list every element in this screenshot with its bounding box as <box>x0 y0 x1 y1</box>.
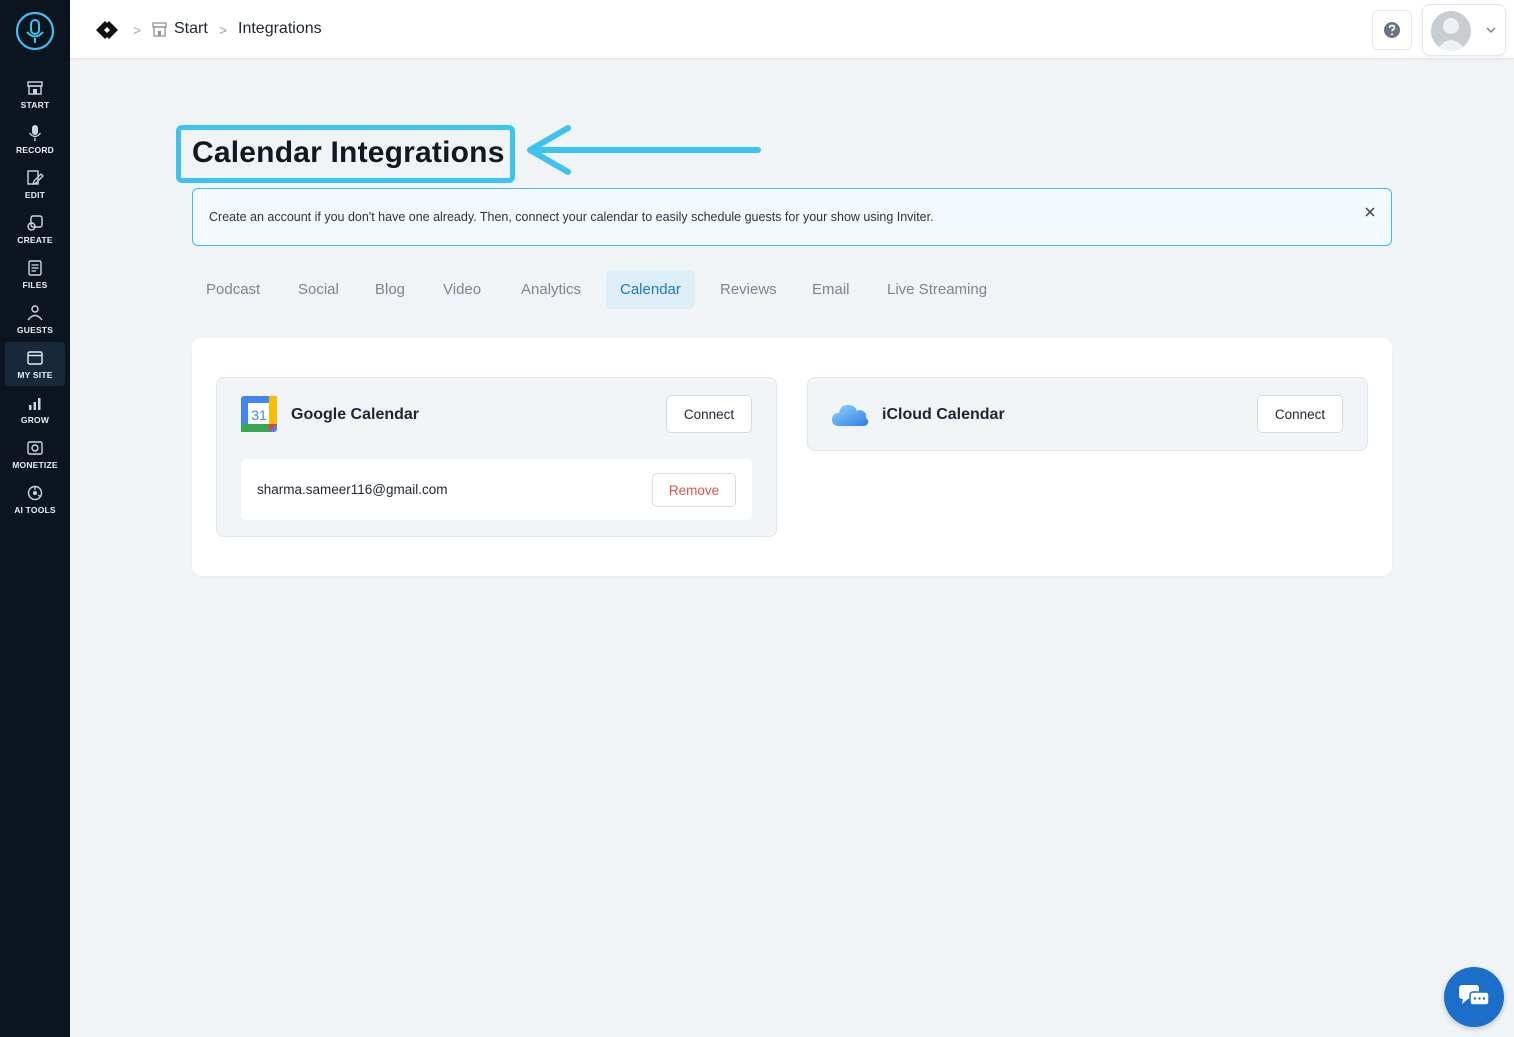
google-calendar-icon: 31 <box>241 396 277 432</box>
calendar-integrations-panel: 31 Google Calendar Connect sharma.sameer… <box>192 338 1392 576</box>
monetize-icon <box>27 440 43 455</box>
bar-chart-icon <box>29 397 41 410</box>
chevron-down-icon <box>1486 27 1496 34</box>
microphone-icon <box>28 124 42 141</box>
chat-button[interactable] <box>1444 967 1504 1027</box>
sidebar-item-grow[interactable]: GROW <box>5 387 65 431</box>
tab-social[interactable]: Social <box>284 270 353 309</box>
help-icon <box>1384 22 1400 38</box>
sidebar-item-label: RECORD <box>15 144 55 155</box>
tab-reviews[interactable]: Reviews <box>706 270 791 309</box>
google-calendar-name: Google Calendar <box>291 406 420 423</box>
tab-blog[interactable]: Blog <box>361 270 419 309</box>
breadcrumb-separator: > <box>219 22 228 38</box>
tab-video[interactable]: Video <box>429 270 495 309</box>
sidebar-item-label: EDIT <box>24 189 46 200</box>
sidebar-item-label: MY SITE <box>17 369 53 380</box>
google-calendar-icon-date: 31 <box>251 407 267 423</box>
brand-mark-icon[interactable] <box>94 17 120 43</box>
sidebar-item-edit[interactable]: EDIT <box>5 162 65 206</box>
tab-analytics[interactable]: Analytics <box>507 270 595 309</box>
tab-calendar[interactable]: Calendar <box>606 270 695 309</box>
tab-email[interactable]: Email <box>798 270 864 309</box>
breadcrumb-separator: > <box>133 22 142 38</box>
sidebar-item-my-site[interactable]: MY SITE <box>5 342 65 386</box>
remove-account-button[interactable]: Remove <box>652 473 736 507</box>
sidebar-item-create[interactable]: CREATE <box>5 207 65 251</box>
annotation-arrow-icon <box>527 125 761 175</box>
sidebar-item-monetize[interactable]: MONETIZE <box>5 432 65 476</box>
sidebar-item-start[interactable]: START <box>5 72 65 116</box>
user-menu-button[interactable] <box>1422 4 1506 56</box>
top-bar: > Start > Integrations <box>70 0 1514 59</box>
icloud-connect-button[interactable]: Connect <box>1257 395 1343 433</box>
icloud-icon <box>832 405 869 426</box>
sidebar-item-label: MONETIZE <box>12 459 58 470</box>
edit-icon <box>27 169 44 185</box>
sidebar-item-label: START <box>20 99 50 110</box>
sidebar-item-ai-tools[interactable]: AI TOOLS <box>5 477 65 521</box>
ai-tools-icon <box>27 485 43 500</box>
storefront-icon <box>152 22 167 37</box>
avatar <box>1431 11 1471 51</box>
chat-icon <box>1459 985 1490 1006</box>
close-icon[interactable] <box>1363 205 1377 219</box>
create-icon <box>27 214 43 231</box>
connected-account-email: sharma.sameer116@gmail.com <box>257 482 448 497</box>
breadcrumb-start[interactable]: Start <box>174 20 208 38</box>
sidebar-item-label: GROW <box>20 414 50 425</box>
info-banner-text: Create an account if you don't have one … <box>209 210 934 224</box>
breadcrumb-integrations: Integrations <box>238 20 322 37</box>
icloud-calendar-name: iCloud Calendar <box>882 406 1005 423</box>
connected-account-row: sharma.sameer116@gmail.com Remove <box>241 459 752 520</box>
files-icon <box>28 259 42 276</box>
tab-live-streaming[interactable]: Live Streaming <box>873 270 1001 309</box>
storefront-icon <box>27 80 43 95</box>
help-button[interactable] <box>1372 10 1412 50</box>
guests-icon <box>27 304 43 320</box>
tab-podcast[interactable]: Podcast <box>192 270 274 309</box>
google-calendar-card: 31 Google Calendar Connect sharma.sameer… <box>216 377 777 537</box>
icloud-calendar-card: iCloud Calendar Connect <box>807 377 1368 451</box>
sidebar-item-label: CREATE <box>17 234 53 245</box>
info-banner: Create an account if you don't have one … <box>192 188 1392 246</box>
app-logo-icon[interactable] <box>14 10 56 52</box>
sidebar-item-record[interactable]: RECORD <box>5 117 65 161</box>
sidebar-item-label: FILES <box>22 279 48 290</box>
sidebar-item-label: AI TOOLS <box>14 504 56 515</box>
sidebar-item-label: GUESTS <box>16 324 54 335</box>
page-title: Calendar Integrations <box>192 136 505 169</box>
google-connect-button[interactable]: Connect <box>666 395 752 433</box>
browser-icon <box>27 350 43 365</box>
sidebar-item-files[interactable]: FILES <box>5 252 65 296</box>
sidebar: START RECORD EDIT CREATE FILES GUESTS MY… <box>0 0 70 1037</box>
sidebar-item-guests[interactable]: GUESTS <box>5 297 65 341</box>
